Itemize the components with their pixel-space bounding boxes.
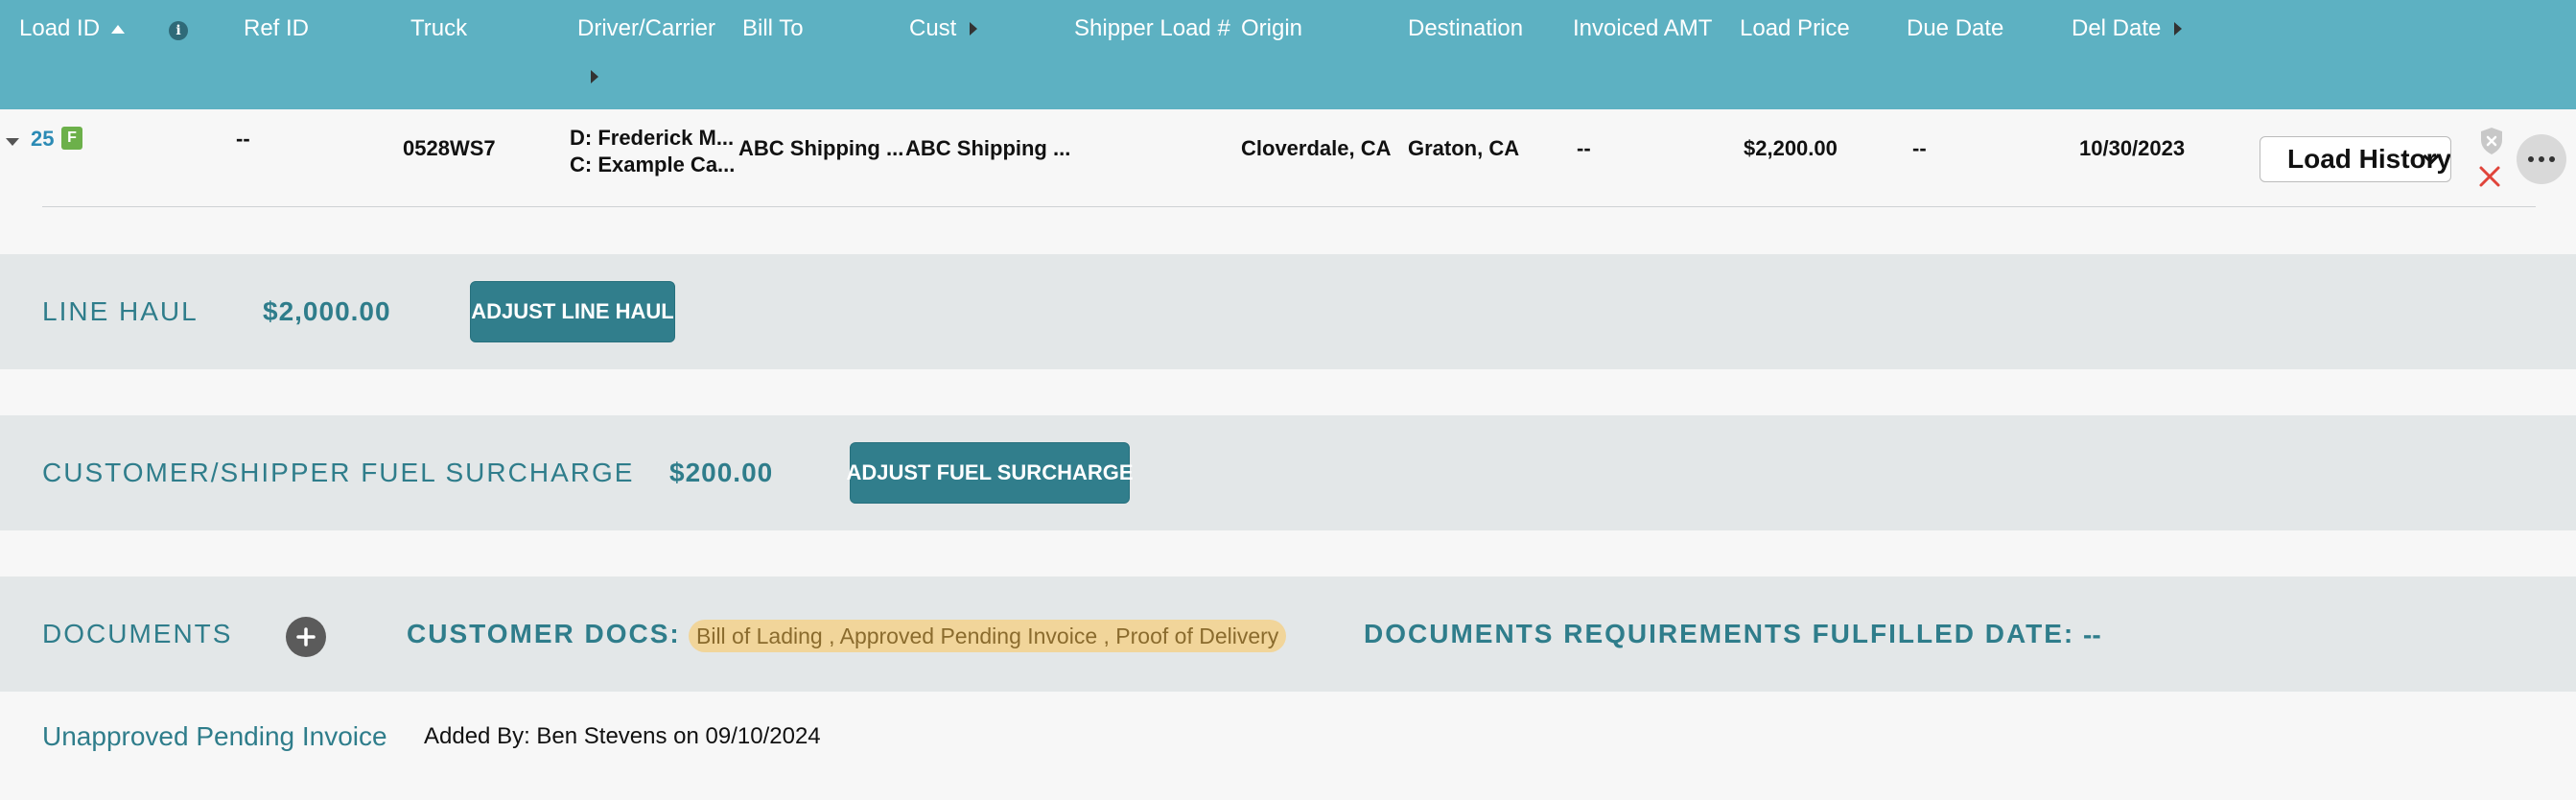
col-driver-carrier-label: Driver/Carrier — [577, 15, 715, 41]
dot — [2549, 156, 2555, 162]
line-haul-amount: $2,000.00 — [263, 296, 391, 326]
col-bill-to-label: Bill To — [742, 15, 804, 41]
fuel-surcharge-label: CUSTOMER/SHIPPER FUEL SURCHARGE — [42, 458, 635, 487]
adjust-line-haul-button[interactable]: ADJUST LINE HAUL — [470, 281, 675, 342]
col-del-date-label: Del Date — [2072, 15, 2162, 41]
col-ref-id-label: Ref ID — [244, 15, 310, 41]
load-price-value: $2,200.00 — [1744, 136, 1838, 160]
col-invoiced-amt[interactable]: Invoiced AMT — [1573, 13, 1712, 44]
fulfilled-date-label: DOCUMENTS REQUIREMENTS FULFILLED DATE: — [1364, 619, 2075, 648]
del-date-value: 10/30/2023 — [2079, 136, 2186, 160]
dot — [2539, 156, 2544, 162]
col-driver-carrier[interactable]: Driver/Carrier — [577, 13, 715, 44]
expand-right-icon[interactable] — [2174, 22, 2183, 35]
driver-carrier-value: D: Frederick M... C: Example Ca... — [570, 125, 735, 178]
fulfilled-date-value: -- — [2083, 620, 2101, 649]
add-document-button[interactable] — [286, 617, 326, 657]
col-del-date[interactable]: Del Date — [2072, 13, 2183, 44]
invoiced-amt-value: -- — [1577, 136, 1591, 160]
expand-right-icon[interactable] — [591, 70, 598, 83]
col-origin-label: Origin — [1241, 15, 1303, 41]
col-destination-label: Destination — [1408, 15, 1524, 41]
col-shipper-load[interactable]: Shipper Load # — [1074, 13, 1230, 44]
col-truck[interactable]: Truck — [410, 13, 467, 44]
due-date-value: -- — [1912, 136, 1927, 160]
row-divider — [42, 206, 2536, 207]
col-load-id[interactable]: Load ID — [19, 13, 126, 44]
col-shipper-load-label: Shipper Load # — [1074, 15, 1230, 41]
status-badge: F — [61, 127, 82, 150]
load-id-link[interactable]: 25 — [31, 127, 54, 152]
load-history-select[interactable]: Load History — [2260, 136, 2451, 182]
more-options-button[interactable] — [2517, 134, 2566, 184]
fuel-surcharge-amount: $200.00 — [669, 458, 774, 487]
carrier-value: C: Example Ca... — [570, 153, 736, 176]
col-cust-label: Cust — [909, 15, 957, 41]
shield-icon[interactable] — [2479, 127, 2504, 155]
col-invoiced-amt-label: Invoiced AMT — [1573, 15, 1713, 41]
customer-docs-label: CUSTOMER DOCS: — [407, 619, 681, 648]
collapse-caret-icon[interactable] — [6, 138, 19, 146]
bill-to-value: ABC Shipping ... — [738, 136, 904, 160]
sort-ascending-icon[interactable] — [111, 24, 126, 34]
col-ref-id[interactable]: Ref ID — [244, 13, 309, 44]
plus-icon — [296, 627, 316, 647]
table-header: Load ID i Ref ID Truck Driver/Carrier Bi… — [0, 0, 2576, 109]
adjust-fuel-surcharge-button[interactable]: ADJUST FUEL SURCHARGE — [846, 442, 1134, 504]
driver-value: D: Frederick M... — [570, 126, 735, 150]
col-load-price-label: Load Price — [1740, 15, 1850, 41]
col-due-date[interactable]: Due Date — [1907, 13, 2003, 44]
col-due-date-label: Due Date — [1907, 15, 2004, 41]
col-bill-to[interactable]: Bill To — [742, 13, 804, 44]
col-origin[interactable]: Origin — [1241, 13, 1302, 44]
cust-value: ABC Shipping ... — [905, 136, 1071, 160]
line-haul-label: LINE HAUL — [42, 296, 199, 326]
origin-value: Cloverdale, CA — [1241, 136, 1392, 160]
expand-right-icon[interactable] — [970, 22, 978, 35]
col-destination[interactable]: Destination — [1408, 13, 1523, 44]
info-icon[interactable]: i — [169, 21, 188, 40]
line-haul-section: LINE HAUL $2,000.00 ADJUST LINE HAUL — [0, 254, 2576, 369]
truck-value: 0528WS7 — [403, 136, 496, 160]
ref-id-value: -- — [236, 127, 250, 151]
col-load-id-label: Load ID — [19, 15, 101, 41]
documents-label: DOCUMENTS — [42, 619, 233, 648]
destination-value: Graton, CA — [1408, 136, 1520, 160]
document-link[interactable]: Unapproved Pending Invoice — [42, 721, 387, 752]
document-added-by: Added By: Ben Stevens on 09/10/2024 — [424, 723, 821, 749]
fuel-surcharge-section: CUSTOMER/SHIPPER FUEL SURCHARGE $200.00 … — [0, 415, 2576, 530]
close-icon[interactable] — [2478, 165, 2501, 188]
col-load-price[interactable]: Load Price — [1740, 13, 1850, 44]
dot — [2528, 156, 2534, 162]
customer-docs-list: Bill of Lading , Approved Pending Invoic… — [689, 620, 1287, 652]
col-cust[interactable]: Cust — [909, 13, 978, 44]
documents-section — [0, 576, 2576, 692]
col-truck-label: Truck — [410, 15, 468, 41]
